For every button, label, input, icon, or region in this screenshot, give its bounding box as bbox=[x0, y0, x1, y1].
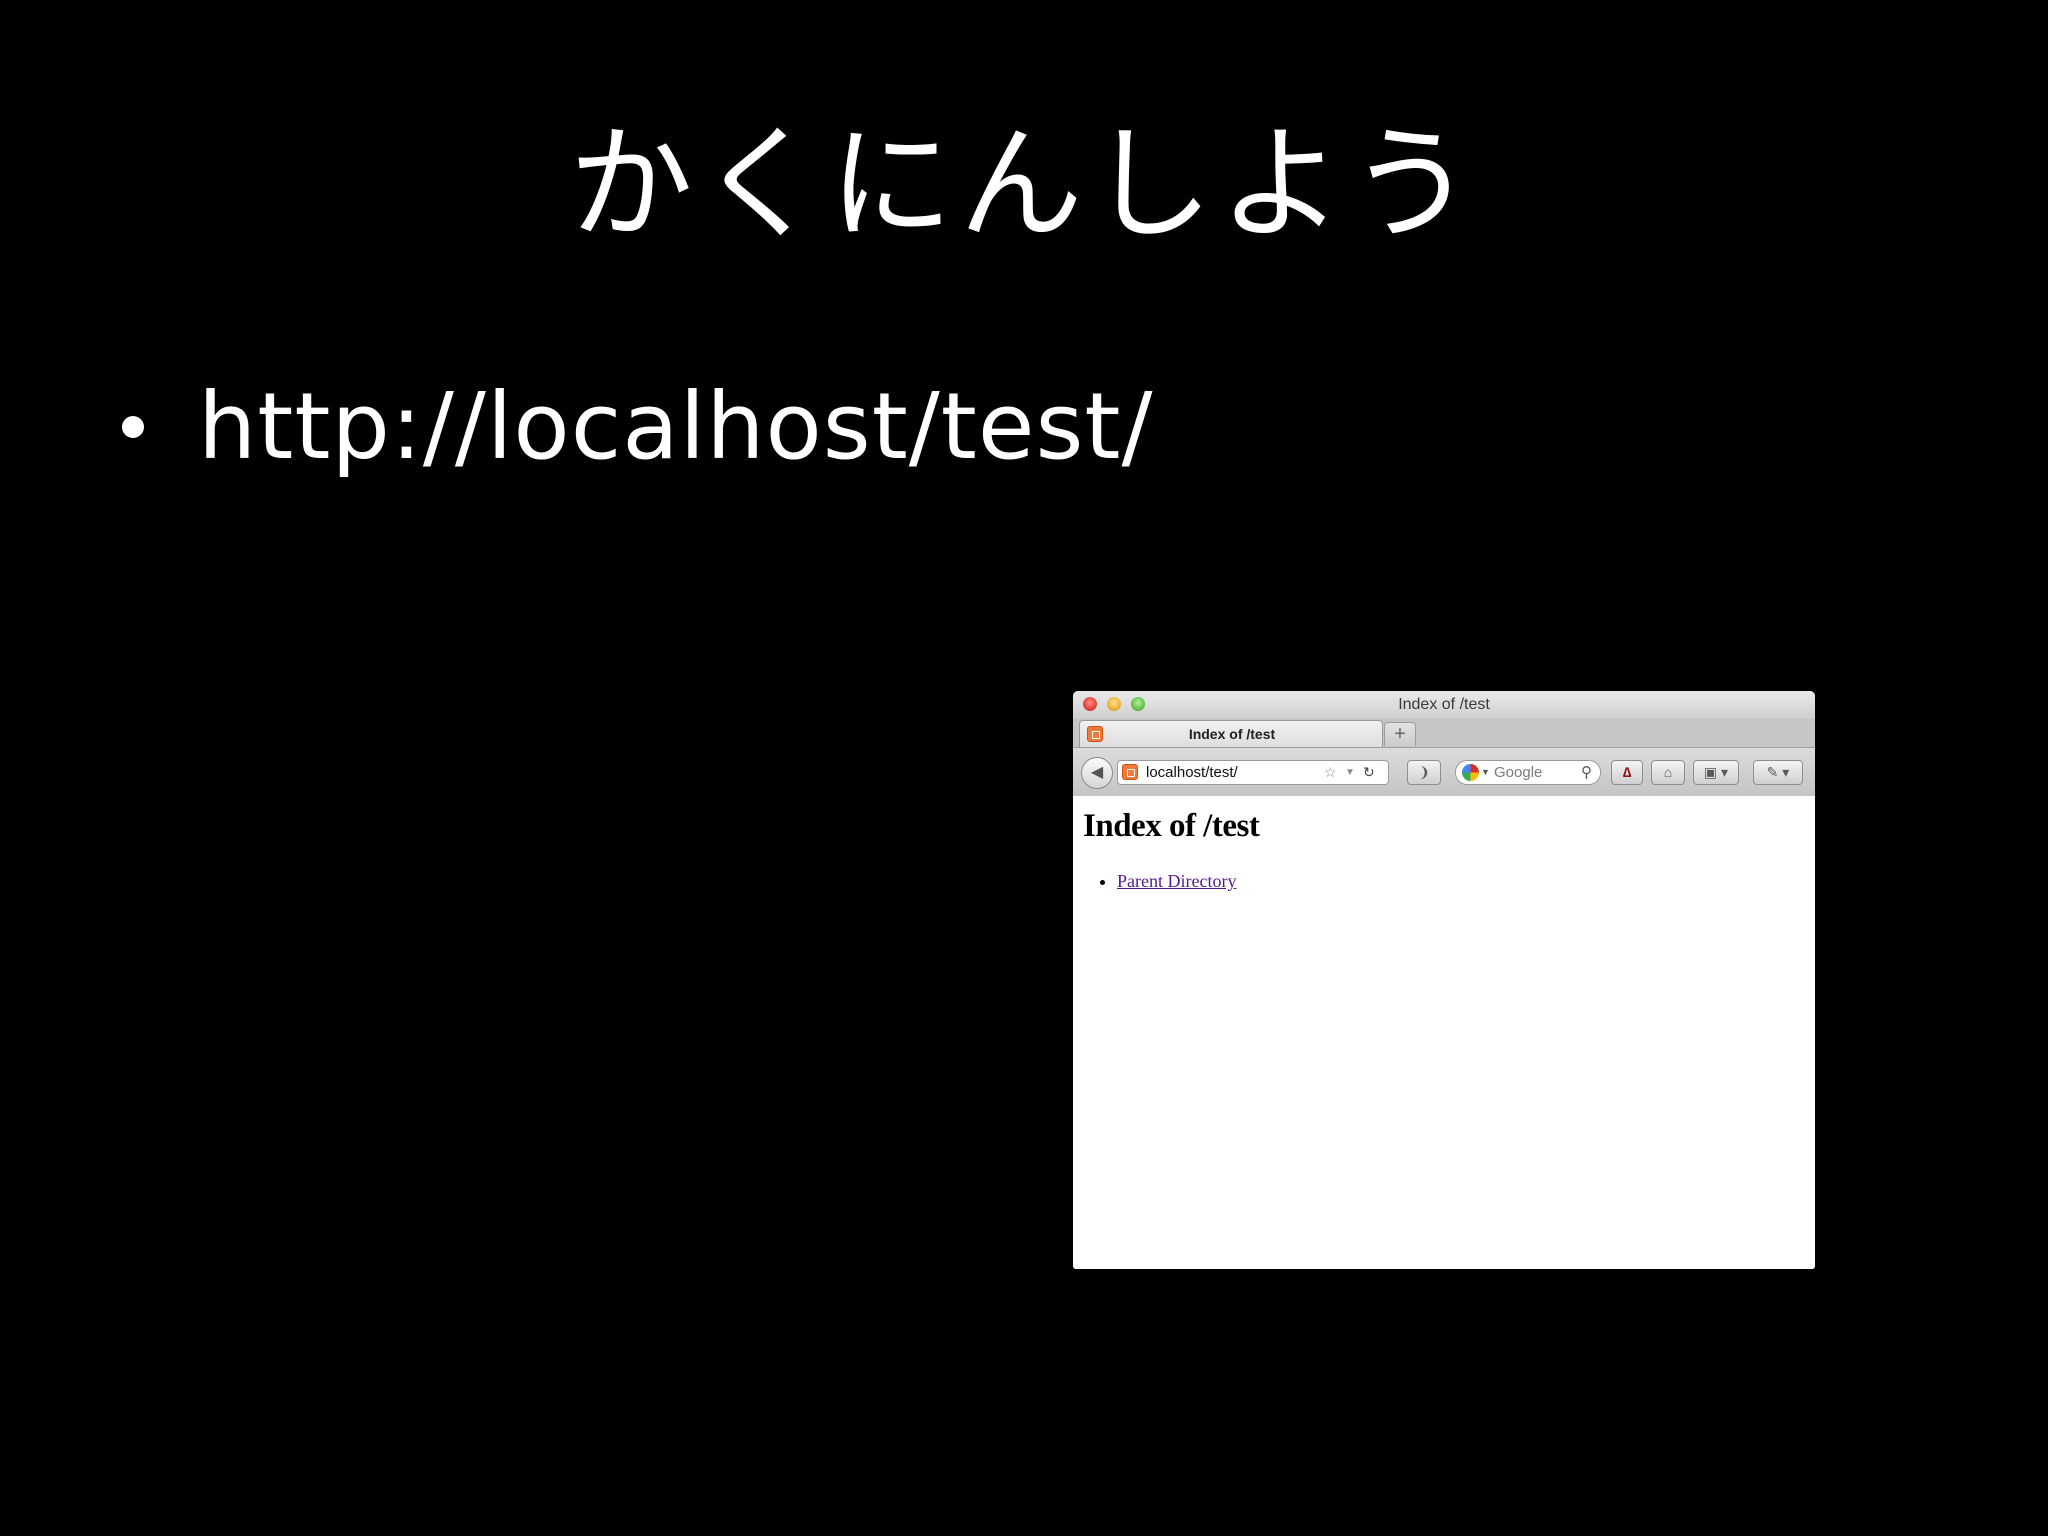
bookmarks-icon: ▣ ▾ bbox=[1703, 764, 1729, 780]
xampp-favicon-icon bbox=[1087, 726, 1103, 742]
list-item: Parent Directory bbox=[1117, 870, 1236, 892]
rss-feed-button[interactable]: ❩ bbox=[1407, 760, 1441, 785]
page-content: Index of /test Parent Directory bbox=[1073, 796, 1815, 1269]
reload-icon[interactable]: ↻ bbox=[1363, 761, 1375, 784]
page-heading: Index of /test bbox=[1083, 808, 1260, 844]
magnifier-icon[interactable]: ⚲ bbox=[1581, 761, 1592, 784]
home-icon: ⌂ bbox=[1663, 764, 1673, 780]
addon-menu-button[interactable]: ✎ ▾ bbox=[1753, 760, 1803, 785]
history-dropdown-icon[interactable]: ▼ bbox=[1345, 761, 1355, 784]
bullet-url-text: http://localhost/test/ bbox=[198, 373, 1154, 480]
engine-dropdown-icon[interactable]: ▼ bbox=[1481, 761, 1490, 784]
url-text[interactable]: localhost/test/ bbox=[1146, 761, 1238, 784]
browser-titlebar: Index of /test bbox=[1073, 691, 1815, 719]
addon-logo-icon: ∆ bbox=[1622, 764, 1632, 780]
search-input[interactable]: Google bbox=[1494, 761, 1542, 784]
home-button[interactable]: ⌂ bbox=[1651, 760, 1685, 785]
parent-directory-link[interactable]: Parent Directory bbox=[1117, 871, 1236, 891]
address-bar[interactable]: localhost/test/ ☆ ▼ ↻ bbox=[1117, 760, 1389, 785]
puzzle-icon: ✎ ▾ bbox=[1766, 764, 1790, 780]
navigation-toolbar: ◀ localhost/test/ ☆ ▼ ↻ ❩ ▼ Google ⚲ ∆ ⌂… bbox=[1073, 748, 1815, 797]
search-bar[interactable]: ▼ Google ⚲ bbox=[1455, 760, 1601, 785]
new-tab-button[interactable]: + bbox=[1384, 722, 1416, 746]
browser-screenshot: Index of /test Index of /test + ◀ localh… bbox=[1073, 691, 1815, 1269]
back-button[interactable]: ◀ bbox=[1081, 757, 1113, 789]
slide-bullet: http://localhost/test/ bbox=[122, 372, 1153, 482]
tab-label: Index of /test bbox=[1188, 726, 1276, 742]
slide-title: かくにんしよう bbox=[568, 113, 1479, 257]
bookmarks-button[interactable]: ▣ ▾ bbox=[1693, 760, 1739, 785]
browser-tab[interactable]: Index of /test bbox=[1079, 720, 1383, 747]
tab-bar: Index of /test + bbox=[1073, 719, 1815, 748]
pdf-addon-button[interactable]: ∆ bbox=[1611, 760, 1643, 785]
google-engine-icon[interactable] bbox=[1462, 764, 1479, 781]
directory-list: Parent Directory bbox=[1117, 870, 1236, 892]
bullet-dot bbox=[122, 416, 144, 438]
back-arrow-icon: ◀ bbox=[1090, 764, 1104, 781]
rss-icon: ❩ bbox=[1418, 764, 1430, 780]
window-title: Index of /test bbox=[1398, 696, 1490, 713]
site-identity-icon bbox=[1122, 764, 1138, 780]
bookmark-star-icon[interactable]: ☆ bbox=[1324, 761, 1337, 784]
